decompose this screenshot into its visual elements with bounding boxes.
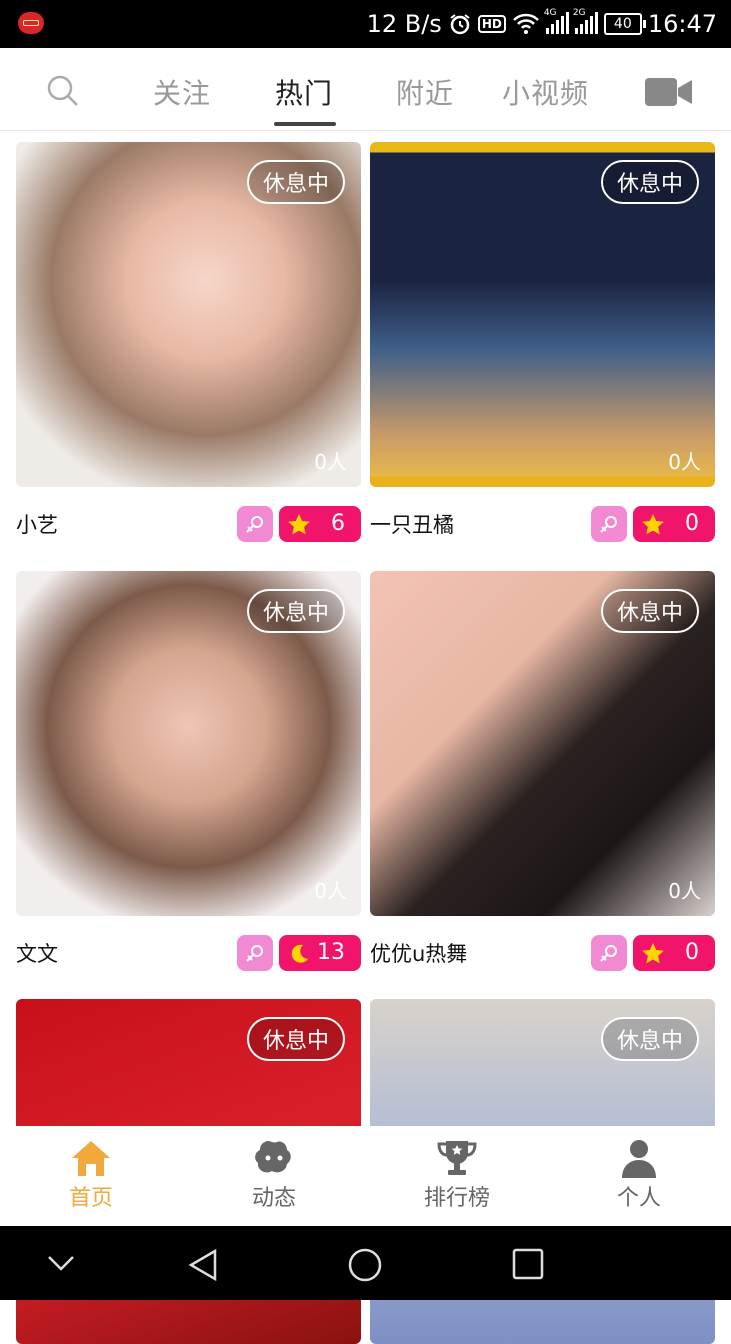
bottom-tab-label: 排行榜 [423, 1186, 490, 1211]
bottom-tab-label: 动态 [251, 1186, 296, 1211]
viewer-count: 0人 [668, 879, 701, 903]
battery-icon: 40 [603, 13, 646, 35]
home-icon [72, 1141, 110, 1176]
female-icon [591, 506, 627, 542]
top-nav: 关注 热门 附近 小视频 [0, 48, 731, 131]
bottom-tab-label: 首页 [68, 1186, 113, 1211]
viewer-count: 0人 [314, 450, 347, 474]
search-icon[interactable] [46, 74, 80, 108]
streamer-card[interactable]: 休息中 0人 一只丑橘 0 [370, 142, 715, 557]
person-icon [622, 1140, 656, 1178]
home-button-icon[interactable] [348, 1248, 382, 1286]
wifi-icon [512, 13, 539, 34]
bottom-tab-ranking[interactable]: 排行榜 [397, 1136, 517, 1212]
network-speed: 12 B/s [366, 10, 442, 38]
streamer-photo[interactable]: 休息中 0人 [16, 571, 361, 916]
female-icon [237, 506, 273, 542]
moon-icon [291, 944, 308, 963]
streamer-card[interactable]: 休息中 0人 文文 13 [16, 571, 361, 986]
tab-hot[interactable]: 热门 [275, 72, 333, 112]
bottom-tab-home[interactable]: 首页 [31, 1136, 151, 1212]
star-icon [642, 514, 664, 535]
signal-icon-2: 2G [573, 8, 598, 34]
streamer-photo[interactable]: 休息中 0人 [16, 142, 361, 487]
tab-follow[interactable]: 关注 [153, 72, 211, 112]
level-badge: 6 [279, 506, 361, 542]
tab-short-video[interactable]: 小视频 [502, 72, 589, 112]
streamer-photo[interactable]: 休息中 0人 [370, 142, 715, 487]
active-tab-indicator [274, 122, 336, 126]
level-badge: 0 [633, 935, 715, 971]
level-badge: 13 [279, 935, 361, 971]
status-badge: 休息中 [246, 1017, 345, 1061]
female-icon [591, 935, 627, 971]
status-badge: 休息中 [246, 589, 345, 633]
bottom-tab-label: 个人 [616, 1186, 661, 1211]
streamer-card[interactable]: 休息中 0人 小艺 6 [16, 142, 361, 557]
streamer-name: 文文 [16, 942, 58, 966]
moments-icon [255, 1141, 291, 1173]
streamer-name: 一只丑橘 [370, 513, 454, 537]
recents-icon[interactable] [512, 1248, 544, 1284]
level-badge: 0 [633, 506, 715, 542]
hd-icon: HD [477, 15, 506, 33]
clock: 16:47 [647, 10, 717, 38]
viewer-count: 0人 [668, 450, 701, 474]
video-camera-icon[interactable] [645, 76, 693, 108]
status-badge: 休息中 [600, 1017, 699, 1061]
back-icon[interactable] [187, 1248, 219, 1286]
streamer-name: 小艺 [16, 513, 58, 537]
app-notification-icon [18, 12, 44, 34]
viewer-count: 0人 [314, 879, 347, 903]
bottom-tab-profile[interactable]: 个人 [579, 1136, 699, 1212]
bottom-tab-moments[interactable]: 动态 [214, 1136, 334, 1212]
streamer-name: 优优u热舞 [370, 942, 468, 966]
alarm-icon [450, 14, 470, 35]
status-bar: 12 B/s HD 4G 2G 40 16:47 [0, 0, 731, 48]
streamer-photo[interactable]: 休息中 0人 [370, 571, 715, 916]
bottom-tab-bar: 首页 动态 排行榜 个人 [0, 1126, 731, 1226]
signal-icon-1: 4G [544, 8, 569, 34]
female-icon [237, 935, 273, 971]
status-badge: 休息中 [600, 589, 699, 633]
status-badge: 休息中 [246, 160, 345, 204]
star-icon [288, 514, 310, 535]
tab-nearby[interactable]: 附近 [396, 72, 454, 112]
chevron-down-icon[interactable] [46, 1254, 76, 1276]
star-icon [642, 943, 664, 964]
status-badge: 休息中 [600, 160, 699, 204]
system-nav-bar [0, 1226, 731, 1300]
trophy-icon [437, 1141, 477, 1175]
streamer-card[interactable]: 休息中 0人 优优u热舞 0 [370, 571, 715, 986]
